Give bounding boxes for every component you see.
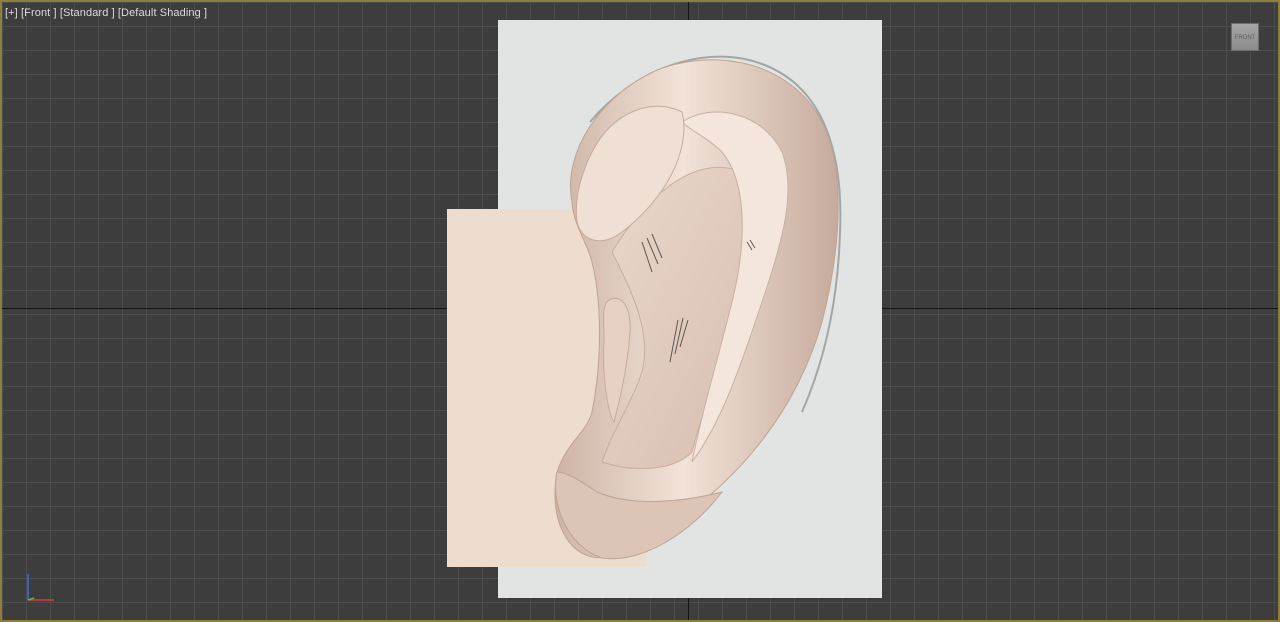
viewport-shading-menu[interactable]: [Default Shading ] — [118, 7, 207, 19]
front-viewport[interactable]: [+] [Front ] [Standard ] [Default Shadin… — [0, 0, 1280, 622]
viewport-style-menu[interactable]: [Standard ] — [60, 7, 115, 19]
viewcube-icon[interactable]: FRONT — [1231, 23, 1259, 51]
viewport-label[interactable]: [+] [Front ] [Standard ] [Default Shadin… — [5, 7, 207, 19]
viewcube-face-label: FRONT — [1234, 35, 1256, 41]
viewport-view-menu[interactable]: [Front ] — [21, 7, 57, 19]
xyz-axis-icon — [27, 574, 54, 601]
scene-objects[interactable] — [2, 2, 1280, 622]
viewport-menu-plus[interactable]: [+] — [5, 7, 18, 19]
